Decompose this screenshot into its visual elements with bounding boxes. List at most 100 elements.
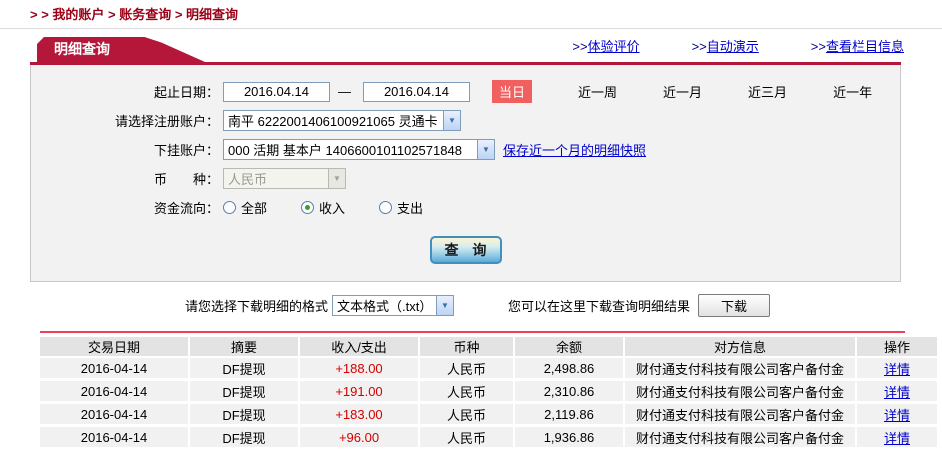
date-from-input[interactable] xyxy=(223,81,330,102)
range-week-link[interactable]: 近一周 xyxy=(578,82,617,101)
table-row: 2016-04-14 DF提现 +96.00 人民币 1,936.86 财付通支… xyxy=(40,427,937,450)
cell-summary: DF提现 xyxy=(190,381,300,404)
sub-account-row: 下挂账户： 000 活期 基本户 1406600101102571848 ▼ 保… xyxy=(31,139,900,160)
flow-radio-expense[interactable]: 支出 xyxy=(379,198,423,217)
sub-account-value: 000 活期 基本户 1406600101102571848 xyxy=(228,143,462,158)
cell-summary: DF提现 xyxy=(190,427,300,450)
chevron-down-icon[interactable]: ▼ xyxy=(477,140,494,159)
register-account-value: 南平 6222001406100921065 灵通卡 xyxy=(228,114,438,129)
section-header: 明细查询 >>体验评价 >>自动演示 >>查看栏目信息 xyxy=(0,29,942,62)
table-header-row: 交易日期 摘要 收入/支出 币种 余额 对方信息 操作 xyxy=(40,337,937,358)
table-row: 2016-04-14 DF提现 +191.00 人民币 2,310.86 财付通… xyxy=(40,381,937,404)
query-button-row: 查 询 xyxy=(31,236,900,264)
link-auto-demo-label[interactable]: 自动演示 xyxy=(707,39,759,54)
link-column-info[interactable]: >>查看栏目信息 xyxy=(811,36,904,55)
download-row: 请您选择下载明细的格式 文本格式（.txt） ▼ 您可以在这里下载查询明细结果 … xyxy=(185,293,942,318)
cell-counterparty: 财付通支付科技有限公司客户备付金 xyxy=(625,381,857,404)
query-button[interactable]: 查 询 xyxy=(429,236,502,264)
detail-link[interactable]: 详情 xyxy=(884,431,910,446)
chevrons-icon: >> xyxy=(572,39,588,54)
range-year-link[interactable]: 近一年 xyxy=(833,82,872,101)
cell-counterparty: 财付通支付科技有限公司客户备付金 xyxy=(625,427,857,450)
query-form-panel: 起止日期： — 当日 近一周 近一月 近三月 近一年 请选择注册账户： 南平 6… xyxy=(30,65,901,282)
breadcrumb[interactable]: > > 我的账户 > 账务查询 > 明细查询 xyxy=(0,0,942,29)
radio-icon[interactable] xyxy=(379,201,393,214)
cell-amount: +191.00 xyxy=(300,381,420,404)
cell-currency: 人民币 xyxy=(420,404,515,427)
cell-action: 详情 xyxy=(857,381,937,404)
flow-radio-income[interactable]: 收入 xyxy=(301,198,345,217)
cell-date: 2016-04-14 xyxy=(40,381,190,404)
cell-balance: 1,936.86 xyxy=(515,427,625,450)
date-separator: — xyxy=(338,84,351,99)
link-column-info-label[interactable]: 查看栏目信息 xyxy=(826,39,904,54)
radio-selected-icon[interactable] xyxy=(301,201,315,214)
range-month-link[interactable]: 近一月 xyxy=(663,82,702,101)
range-quarter-link[interactable]: 近三月 xyxy=(748,82,787,101)
download-format-label: 请您选择下载明细的格式 xyxy=(185,299,329,314)
flow-radio-all[interactable]: 全部 xyxy=(223,198,267,217)
flow-label: 资金流向： xyxy=(153,201,219,216)
currency-value: 人民币 xyxy=(228,172,268,187)
register-account-select[interactable]: 南平 6222001406100921065 灵通卡 ▼ xyxy=(223,110,461,131)
link-experience-rating[interactable]: >>体验评价 xyxy=(572,36,639,55)
cell-balance: 2,498.86 xyxy=(515,358,625,381)
register-account-row: 请选择注册账户： 南平 6222001406100921065 灵通卡 ▼ xyxy=(31,110,900,131)
top-links: >>体验评价 >>自动演示 >>查看栏目信息 xyxy=(572,36,942,62)
cell-date: 2016-04-14 xyxy=(40,404,190,427)
cell-currency: 人民币 xyxy=(420,381,515,404)
chevrons-icon: >> xyxy=(691,39,707,54)
save-monthly-snapshot-link[interactable]: 保存近一个月的明细快照 xyxy=(503,140,646,159)
range-today-button[interactable]: 当日 xyxy=(492,80,533,103)
cell-action: 详情 xyxy=(857,404,937,427)
cell-date: 2016-04-14 xyxy=(40,427,190,450)
detail-link[interactable]: 详情 xyxy=(884,385,910,400)
col-summary: 摘要 xyxy=(190,337,300,358)
cell-counterparty: 财付通支付科技有限公司客户备付金 xyxy=(625,404,857,427)
transactions-table: 交易日期 摘要 收入/支出 币种 余额 对方信息 操作 2016-04-14 D… xyxy=(40,337,937,450)
cell-balance: 2,119.86 xyxy=(515,404,625,427)
flow-radio-all-label: 全部 xyxy=(241,201,268,216)
currency-select: 人民币 ▼ xyxy=(223,168,346,189)
cell-balance: 2,310.86 xyxy=(515,381,625,404)
tab-detail-query[interactable]: 明细查询 xyxy=(37,37,205,62)
download-button[interactable]: 下载 xyxy=(698,294,771,317)
cell-currency: 人民币 xyxy=(420,358,515,381)
cell-amount: +183.00 xyxy=(300,404,420,427)
col-action: 操作 xyxy=(857,337,937,358)
col-balance: 余额 xyxy=(515,337,625,358)
link-experience-rating-label[interactable]: 体验评价 xyxy=(588,39,640,54)
sub-account-select[interactable]: 000 活期 基本户 1406600101102571848 ▼ xyxy=(223,139,495,160)
cell-summary: DF提现 xyxy=(190,404,300,427)
sub-account-label: 下挂账户： xyxy=(153,143,219,158)
cell-action: 详情 xyxy=(857,358,937,381)
chevron-down-icon[interactable]: ▼ xyxy=(436,296,454,315)
currency-label: 币 种： xyxy=(153,172,219,187)
chevron-down-icon: ▼ xyxy=(328,169,345,188)
download-format-value: 文本格式（.txt） xyxy=(337,299,433,314)
date-range-label: 起止日期： xyxy=(153,85,219,100)
flow-radio-income-label: 收入 xyxy=(319,201,346,216)
chevrons-icon: >> xyxy=(810,39,826,54)
link-auto-demo[interactable]: >>自动演示 xyxy=(692,36,759,55)
table-top-rule xyxy=(40,331,905,333)
flow-row: 资金流向： 全部 收入 支出 xyxy=(31,197,900,218)
detail-link[interactable]: 详情 xyxy=(884,408,910,423)
col-counterparty: 对方信息 xyxy=(625,337,857,358)
detail-link[interactable]: 详情 xyxy=(884,362,910,377)
date-to-input[interactable] xyxy=(363,81,470,102)
download-format-select[interactable]: 文本格式（.txt） ▼ xyxy=(332,295,455,316)
col-date: 交易日期 xyxy=(40,337,190,358)
cell-action: 详情 xyxy=(857,427,937,450)
chevron-down-icon[interactable]: ▼ xyxy=(443,111,460,130)
cell-amount: +188.00 xyxy=(300,358,420,381)
cell-summary: DF提现 xyxy=(190,358,300,381)
cell-counterparty: 财付通支付科技有限公司客户备付金 xyxy=(625,358,857,381)
col-amount: 收入/支出 xyxy=(300,337,420,358)
table-row: 2016-04-14 DF提现 +188.00 人民币 2,498.86 财付通… xyxy=(40,358,937,381)
cell-date: 2016-04-14 xyxy=(40,358,190,381)
download-hint: 您可以在这里下载查询明细结果 xyxy=(508,299,691,314)
col-currency: 币种 xyxy=(420,337,515,358)
radio-icon[interactable] xyxy=(223,201,236,214)
flow-radio-expense-label: 支出 xyxy=(397,201,424,216)
